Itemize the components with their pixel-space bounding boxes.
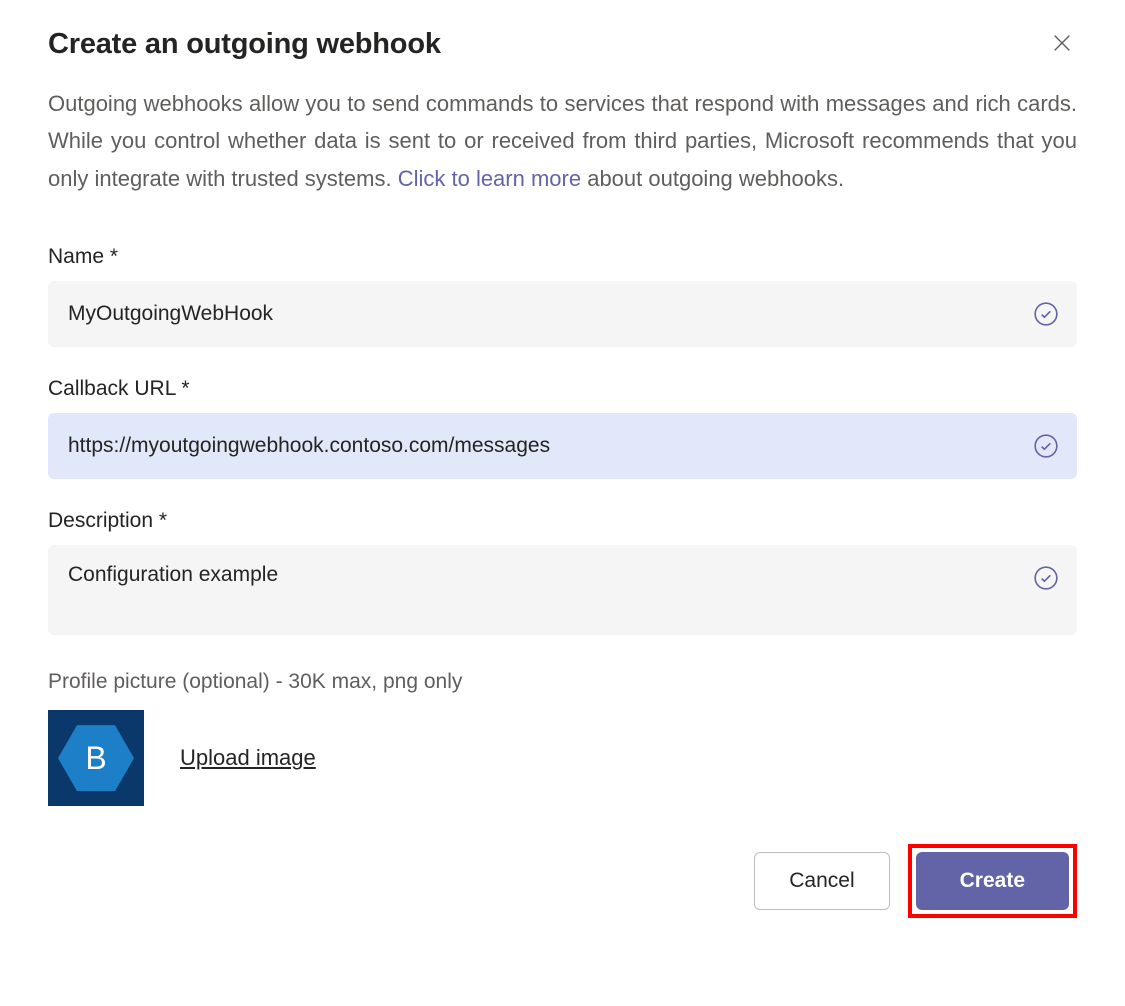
- checkmark-circle-icon: [1033, 565, 1059, 591]
- create-button[interactable]: Create: [916, 852, 1069, 910]
- cancel-button[interactable]: Cancel: [754, 852, 889, 910]
- create-button-highlight: Create: [908, 844, 1077, 918]
- avatar-letter: B: [85, 740, 106, 777]
- name-label: Name *: [48, 245, 1077, 269]
- name-input[interactable]: [48, 281, 1077, 347]
- checkmark-circle-icon: [1033, 301, 1059, 327]
- learn-more-link[interactable]: Click to learn more: [398, 166, 581, 191]
- description-label: Description *: [48, 509, 1077, 533]
- upload-image-link[interactable]: Upload image: [180, 745, 316, 771]
- profile-picture-label: Profile picture (optional) - 30K max, pn…: [48, 670, 1077, 694]
- close-button[interactable]: [1047, 28, 1077, 61]
- avatar[interactable]: B: [48, 710, 144, 806]
- checkmark-circle-icon: [1033, 433, 1059, 459]
- dialog-title: Create an outgoing webhook: [48, 28, 441, 61]
- callback-url-label: Callback URL *: [48, 377, 1077, 401]
- description-input[interactable]: Configuration example: [48, 545, 1077, 635]
- callback-url-input[interactable]: [48, 413, 1077, 479]
- close-icon: [1051, 42, 1073, 57]
- dialog-description: Outgoing webhooks allow you to send comm…: [48, 85, 1077, 197]
- description-text-post: about outgoing webhooks.: [581, 166, 844, 191]
- hexagon-icon: B: [58, 725, 134, 791]
